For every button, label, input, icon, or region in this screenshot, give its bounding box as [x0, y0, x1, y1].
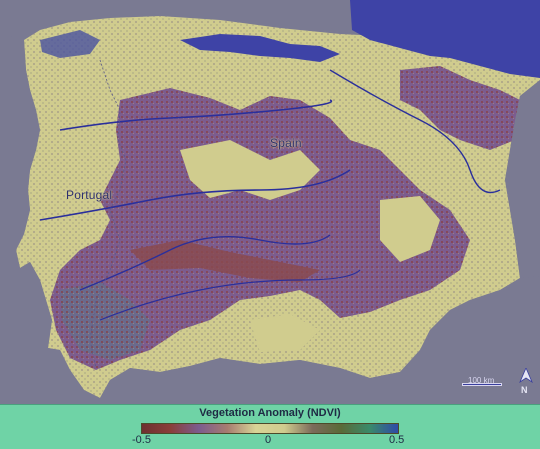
legend-mid-label: 0 [265, 434, 272, 446]
legend-title: Vegetation Anomaly (NDVI) [199, 407, 341, 419]
legend-min-label: -0.5 [132, 434, 151, 446]
vegetation-anomaly-map: Spain Portugal 100 km N Vegetation Anoma… [0, 0, 540, 449]
label-portugal: Portugal [66, 188, 113, 202]
north-arrow-label: N [521, 385, 528, 395]
iberia-map [0, 0, 540, 404]
scale-bar: 100 km [462, 376, 502, 390]
north-arrow-icon: N [518, 368, 534, 396]
label-spain: Spain [270, 136, 302, 150]
scale-bar-line [462, 383, 502, 386]
legend-max-label: 0.5 [389, 434, 405, 446]
legend-color-ramp [141, 423, 399, 434]
